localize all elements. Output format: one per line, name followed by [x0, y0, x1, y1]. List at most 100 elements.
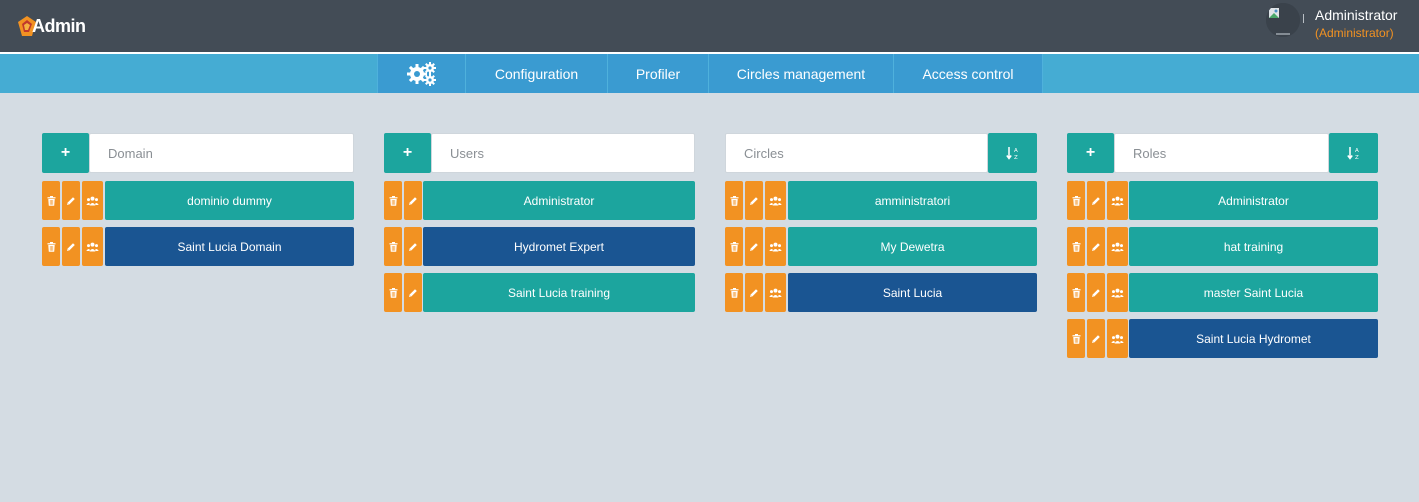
- sort-circles-button[interactable]: A Z: [988, 133, 1037, 173]
- circle-item[interactable]: My Dewetra: [788, 227, 1037, 266]
- edit-button[interactable]: [1087, 227, 1105, 266]
- delete-button[interactable]: [725, 181, 743, 220]
- sort-alpha-icon: A Z: [1005, 147, 1018, 160]
- members-button[interactable]: [765, 273, 786, 312]
- trash-icon: [730, 195, 738, 206]
- edit-button[interactable]: [62, 181, 80, 220]
- members-button[interactable]: [765, 227, 786, 266]
- trash-icon: [730, 287, 738, 298]
- users-column: + Administrator Hydromet Expert Saint Luci…: [384, 133, 695, 312]
- domain-row: dominio dummy: [42, 181, 354, 220]
- members-button[interactable]: [1107, 273, 1128, 312]
- user-name[interactable]: Administrator: [1315, 7, 1397, 23]
- user-role: (Administrator): [1315, 26, 1394, 40]
- domain-column: + dominio dummy Saint Lucia Domain: [42, 133, 354, 266]
- pencil-icon: [67, 196, 75, 205]
- domain-search-input[interactable]: [89, 133, 354, 173]
- members-button[interactable]: [1107, 319, 1128, 358]
- trash-icon: [389, 241, 397, 252]
- pencil-icon: [750, 242, 758, 251]
- pencil-icon: [409, 196, 417, 205]
- sort-alpha-icon: A Z: [1346, 147, 1359, 160]
- settings-tab[interactable]: [377, 54, 465, 93]
- add-role-button[interactable]: +: [1067, 133, 1114, 173]
- delete-button[interactable]: [384, 181, 402, 220]
- circle-row: Saint Lucia: [725, 273, 1037, 312]
- members-button[interactable]: [82, 227, 103, 266]
- roles-search-input[interactable]: [1114, 133, 1329, 173]
- delete-button[interactable]: [42, 227, 60, 266]
- edit-button[interactable]: [62, 227, 80, 266]
- pencil-icon: [67, 242, 75, 251]
- trash-icon: [1072, 195, 1080, 206]
- role-item[interactable]: hat training: [1129, 227, 1378, 266]
- users-icon: [1111, 334, 1124, 343]
- logo-text: Admin: [32, 15, 86, 36]
- pencil-icon: [1092, 334, 1100, 343]
- tab-profiler[interactable]: Profiler: [607, 54, 708, 93]
- members-button[interactable]: [1107, 181, 1128, 220]
- members-button[interactable]: [765, 181, 786, 220]
- add-user-button[interactable]: +: [384, 133, 431, 173]
- domain-item[interactable]: Saint Lucia Domain: [105, 227, 354, 266]
- circles-search-input[interactable]: [725, 133, 988, 173]
- circle-item[interactable]: Saint Lucia: [788, 273, 1037, 312]
- app-logo[interactable]: Admin: [18, 14, 86, 38]
- circles-column: A Z amministratori My Dewetra Saint Lucia: [725, 133, 1037, 312]
- svg-text:Z: Z: [1014, 155, 1018, 160]
- circle-row: My Dewetra: [725, 227, 1037, 266]
- users-icon: [1111, 242, 1124, 251]
- tab-access-control[interactable]: Access control: [893, 54, 1043, 93]
- role-item[interactable]: master Saint Lucia: [1129, 273, 1378, 312]
- edit-button[interactable]: [1087, 319, 1105, 358]
- trash-icon: [389, 287, 397, 298]
- delete-button[interactable]: [1067, 227, 1085, 266]
- sort-roles-button[interactable]: A Z: [1329, 133, 1378, 173]
- edit-button[interactable]: [745, 181, 763, 220]
- members-button[interactable]: [1107, 227, 1128, 266]
- delete-button[interactable]: [725, 273, 743, 312]
- delete-button[interactable]: [1067, 319, 1085, 358]
- edit-button[interactable]: [745, 227, 763, 266]
- trash-icon: [1072, 287, 1080, 298]
- svg-text:A: A: [1014, 148, 1018, 154]
- role-item[interactable]: Saint Lucia Hydromet: [1129, 319, 1378, 358]
- user-item[interactable]: Saint Lucia training: [423, 273, 695, 312]
- users-icon: [769, 196, 782, 205]
- users-icon: [769, 288, 782, 297]
- domain-row: Saint Lucia Domain: [42, 227, 354, 266]
- edit-button[interactable]: [1087, 273, 1105, 312]
- trash-icon: [47, 241, 55, 252]
- users-search-input[interactable]: [431, 133, 695, 173]
- tab-circles-management[interactable]: Circles management: [708, 54, 893, 93]
- delete-button[interactable]: [1067, 181, 1085, 220]
- domain-item[interactable]: dominio dummy: [105, 181, 354, 220]
- role-row: Saint Lucia Hydromet: [1067, 319, 1378, 358]
- circle-item[interactable]: amministratori: [788, 181, 1037, 220]
- pencil-icon: [750, 196, 758, 205]
- delete-button[interactable]: [384, 273, 402, 312]
- user-item[interactable]: Hydromet Expert: [423, 227, 695, 266]
- tab-configuration[interactable]: Configuration: [465, 54, 607, 93]
- delete-button[interactable]: [725, 227, 743, 266]
- add-domain-button[interactable]: +: [42, 133, 89, 173]
- pencil-icon: [409, 288, 417, 297]
- role-item[interactable]: Administrator: [1129, 181, 1378, 220]
- trash-icon: [1072, 333, 1080, 344]
- user-avatar[interactable]: [1266, 3, 1300, 37]
- delete-button[interactable]: [42, 181, 60, 220]
- edit-button[interactable]: [404, 227, 422, 266]
- user-item[interactable]: Administrator: [423, 181, 695, 220]
- edit-button[interactable]: [1087, 181, 1105, 220]
- edit-button[interactable]: [404, 181, 422, 220]
- members-button[interactable]: [82, 181, 103, 220]
- edit-button[interactable]: [404, 273, 422, 312]
- role-row: Administrator: [1067, 181, 1378, 220]
- pencil-icon: [1092, 196, 1100, 205]
- edit-button[interactable]: [745, 273, 763, 312]
- role-row: hat training: [1067, 227, 1378, 266]
- trash-icon: [730, 241, 738, 252]
- delete-button[interactable]: [1067, 273, 1085, 312]
- delete-button[interactable]: [384, 227, 402, 266]
- pencil-icon: [1092, 242, 1100, 251]
